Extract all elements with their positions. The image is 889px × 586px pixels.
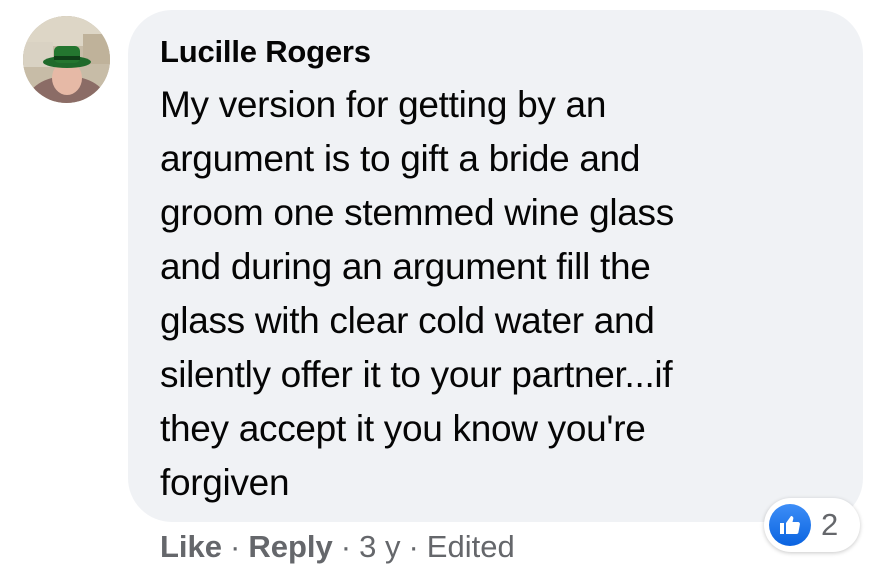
separator: · (340, 529, 352, 564)
comment: Lucille Rogers My version for getting by… (0, 0, 889, 586)
avatar-photo (23, 16, 110, 103)
separator: · (408, 529, 419, 564)
comment-text-line: and during an argument fill the (160, 246, 651, 287)
edited-label[interactable]: Edited (427, 529, 515, 565)
avatar[interactable] (23, 16, 110, 103)
comment-text-line: glass with clear cold water and (160, 300, 655, 341)
reply-button[interactable]: Reply (248, 529, 332, 565)
comment-text-line: argument is to gift a bride and (160, 138, 641, 179)
timestamp[interactable]: 3 y (359, 529, 400, 565)
comment-text: My version for getting by an argument is… (160, 78, 810, 510)
comment-text-line: forgiven (160, 462, 290, 503)
comment-text-line: they accept it you know you're (160, 408, 646, 449)
comment-author[interactable]: Lucille Rogers (160, 34, 371, 70)
comment-text-line: silently offer it to your partner...if (160, 354, 673, 395)
comment-actions: Like · Reply · 3 y · Edited (160, 529, 515, 565)
separator: · (230, 529, 241, 564)
reaction-summary[interactable]: 2 (764, 498, 860, 552)
comment-text-line: My version for getting by an (160, 84, 607, 125)
like-button[interactable]: Like (160, 529, 222, 565)
reaction-count: 2 (821, 507, 839, 542)
thumbs-up-icon (769, 504, 811, 546)
comment-text-line: groom one stemmed wine glass (160, 192, 674, 233)
